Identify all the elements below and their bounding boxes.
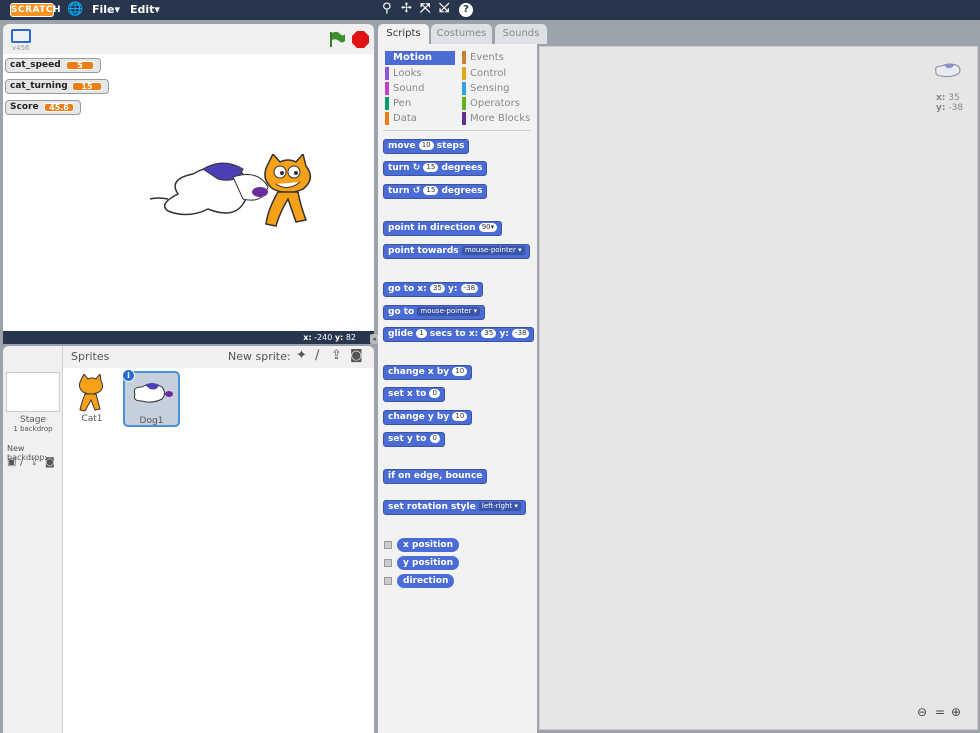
rotate-left-icon: ↺: [412, 186, 421, 196]
scratch-logo[interactable]: SCRATCH: [10, 3, 61, 17]
monitor-value: 45.6: [44, 103, 74, 112]
block-turn-left[interactable]: turn ↺ 15 degrees: [383, 184, 488, 199]
category-operators[interactable]: Operators: [462, 97, 520, 110]
monitor-value: 15: [72, 82, 102, 91]
category-looks[interactable]: Looks: [385, 67, 422, 80]
block-turn-right[interactable]: turn ↻ 15 degrees: [383, 161, 488, 176]
paint-sprite-icon[interactable]: ∕: [315, 348, 319, 363]
block-go-to[interactable]: go to mouse-pointer ▾: [383, 305, 486, 320]
new-sprite-label: New sprite:: [228, 350, 291, 363]
upload-sprite-icon[interactable]: ⇪: [331, 348, 342, 363]
monitor-value: 5: [66, 61, 94, 70]
tab-costumes[interactable]: Costumes: [431, 24, 492, 44]
block-glide[interactable]: glide 1 secs to x: 35 y: -38: [383, 327, 535, 342]
file-menu[interactable]: File▾: [92, 3, 120, 16]
backdrop-count: 1 backdrop: [13, 425, 53, 433]
delete-icon[interactable]: ✢: [401, 1, 412, 16]
checkbox-direction[interactable]: [384, 577, 392, 585]
palette-divider: [383, 130, 531, 131]
globe-icon[interactable]: 🌐: [67, 2, 83, 17]
green-flag-icon[interactable]: [328, 30, 346, 48]
brush-icon[interactable]: ∕: [20, 457, 23, 468]
block-set-x[interactable]: set x to 0: [383, 387, 445, 402]
stage-canvas[interactable]: [3, 54, 374, 331]
menu-bar: SCRATCH 🌐 File▾ Edit▾ ⚲ ✢ ⤧ ⤩ ?: [0, 0, 980, 20]
info-icon[interactable]: i: [122, 369, 135, 382]
sprite-library-pane: Stage 1 backdrop New backdrop: ▣ ∕ ⇪ ◙ S…: [3, 346, 374, 733]
block-bounce[interactable]: if on edge, bounce: [383, 469, 488, 484]
zoom-in-icon[interactable]: ⊕: [951, 705, 961, 719]
sprite-name: Dog1: [139, 416, 164, 426]
monitor-score[interactable]: Score 45.6: [5, 100, 81, 115]
scripts-area[interactable]: x: 35 y: -38 ⊖ = ⊕: [539, 46, 978, 730]
collapse-stage-icon[interactable]: ◂: [370, 334, 378, 344]
cat-sprite[interactable]: [258, 154, 328, 234]
stage-label: Stage: [19, 415, 46, 425]
category-data[interactable]: Data: [385, 112, 417, 125]
sprite-library-icon[interactable]: ✦: [296, 348, 307, 363]
monitor-cat-turning[interactable]: cat_turning 15: [5, 79, 109, 94]
paint-backdrop-library-icon[interactable]: ▣: [7, 457, 16, 468]
category-sound[interactable]: Sound: [385, 82, 425, 95]
camera-sprite-icon[interactable]: ◙: [350, 348, 363, 363]
block-set-rotation-style[interactable]: set rotation style left-right ▾: [383, 500, 526, 515]
block-change-x[interactable]: change x by 10: [383, 365, 473, 380]
stage-column: Stage 1 backdrop New backdrop: ▣ ∕ ⇪ ◙: [3, 346, 63, 733]
reporter-direction[interactable]: direction: [397, 574, 455, 588]
mouse-coordinates: x: -240 y: 82: [3, 331, 374, 344]
category-events[interactable]: Events: [462, 51, 504, 64]
category-more-blocks[interactable]: More Blocks: [462, 112, 530, 125]
edit-menu[interactable]: Edit▾: [130, 3, 160, 16]
sprites-title: Sprites: [71, 350, 110, 363]
stage-thumbnail[interactable]: [6, 372, 60, 412]
monitor-cat-speed[interactable]: cat_speed 5: [5, 58, 101, 73]
zoom-reset-icon[interactable]: =: [935, 705, 945, 719]
cat-thumbnail: [78, 374, 104, 412]
block-change-y[interactable]: change y by 10: [383, 410, 473, 425]
shrink-icon[interactable]: ⤩: [439, 1, 449, 16]
block-point-towards[interactable]: point towards mouse-pointer ▾: [383, 244, 530, 259]
sprite-tile-cat1[interactable]: Cat1: [65, 372, 119, 426]
grow-icon[interactable]: ⤧: [420, 1, 430, 16]
tab-scripts[interactable]: Scripts: [378, 24, 429, 44]
dog-thumbnail: [133, 383, 173, 403]
reporter-y-position[interactable]: y position: [397, 556, 460, 570]
version-label: v456: [12, 44, 30, 52]
checkbox-x-position[interactable]: [384, 541, 392, 549]
checkbox-y-position[interactable]: [384, 559, 392, 567]
upload-icon[interactable]: ⇪: [30, 457, 38, 468]
zoom-out-icon[interactable]: ⊖: [917, 705, 927, 719]
category-control[interactable]: Control: [462, 67, 506, 80]
rotate-right-icon: ↻: [412, 163, 421, 173]
category-motion[interactable]: Motion: [385, 51, 455, 65]
stage-header: v456: [3, 24, 374, 54]
sprites-header: Sprites New sprite: ✦ ∕ ⇪ ◙: [63, 346, 374, 368]
block-set-y[interactable]: set y to 0: [383, 432, 445, 447]
camera-icon[interactable]: ◙: [45, 457, 55, 468]
help-icon[interactable]: ?: [459, 3, 473, 17]
tab-sounds[interactable]: Sounds: [495, 24, 547, 44]
current-sprite-thumbnail: [935, 63, 961, 78]
reporter-x-position[interactable]: x position: [397, 538, 459, 552]
block-move-steps[interactable]: move 10 steps: [383, 139, 470, 154]
presentation-mode-icon[interactable]: [11, 29, 31, 43]
block-go-to-xy[interactable]: go to x: 35 y: -38: [383, 282, 484, 297]
category-sensing[interactable]: Sensing: [462, 82, 510, 95]
sprite-name: Cat1: [81, 414, 103, 424]
block-point-in-direction[interactable]: point in direction 90▾: [383, 221, 503, 236]
category-pen[interactable]: Pen: [385, 97, 411, 110]
sprite-position-readout: x: 35 y: -38: [936, 93, 964, 113]
stop-sign-icon[interactable]: [352, 31, 369, 48]
duplicate-icon[interactable]: ⚲: [382, 1, 392, 16]
